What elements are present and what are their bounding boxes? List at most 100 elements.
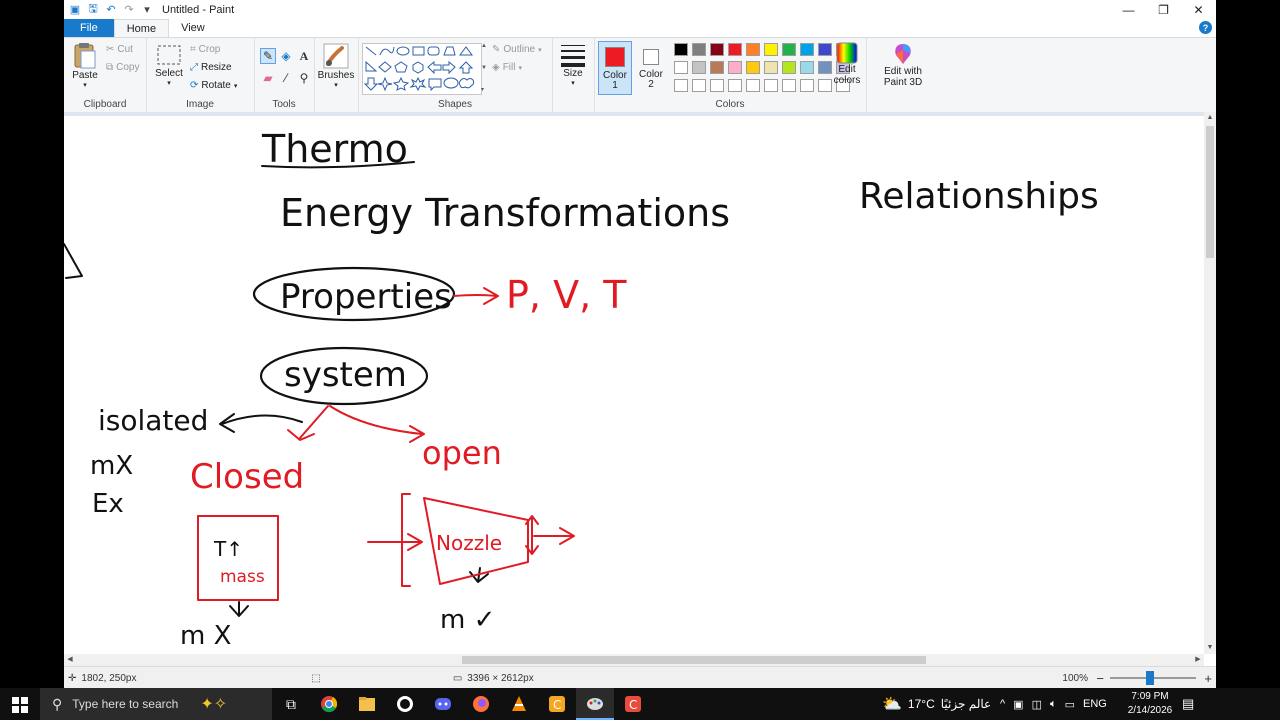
select-button[interactable]: Select ▾ — [152, 44, 186, 87]
horizontal-scroll-thumb[interactable] — [462, 656, 926, 664]
color-swatch[interactable] — [800, 61, 814, 74]
notes-isolated: isolated — [98, 404, 208, 437]
color-swatch[interactable] — [746, 43, 760, 56]
eraser-icon[interactable]: ▰ — [260, 70, 276, 86]
meet-now-icon[interactable]: ▣ — [1013, 698, 1023, 711]
network-icon[interactable]: ◫ — [1032, 698, 1042, 711]
expand-gallery-icon[interactable]: ▾ — [481, 86, 489, 93]
text-tool-icon[interactable]: A — [296, 48, 312, 64]
task-view-icon[interactable]: ⧉ — [272, 688, 310, 720]
color-swatch[interactable] — [710, 61, 724, 74]
size-group[interactable]: Size ▾ — [552, 38, 595, 112]
color2-button[interactable]: Color 2 — [634, 41, 668, 95]
color-swatch[interactable] — [728, 79, 742, 92]
minimize-button[interactable]: — — [1111, 0, 1146, 19]
scroll-up-icon[interactable]: ▲ — [1204, 112, 1216, 124]
display-icon[interactable]: ▭ — [1065, 698, 1075, 711]
volume-icon[interactable]: 🔈︎ — [1050, 698, 1057, 711]
vertical-scroll-thumb[interactable] — [1206, 126, 1214, 258]
color-swatch[interactable] — [746, 61, 760, 74]
save-icon[interactable]: 🖫 — [86, 3, 100, 17]
zoom-slider-thumb[interactable] — [1146, 671, 1154, 685]
color-swatch[interactable] — [692, 61, 706, 74]
file-explorer-icon[interactable] — [348, 688, 386, 720]
color-swatch[interactable] — [764, 79, 778, 92]
color-picker-icon[interactable]: ⁄ — [278, 70, 294, 86]
taskbar-clock[interactable]: 7:09 PM 2/14/2026 — [1122, 690, 1178, 718]
brushes-group[interactable]: Brushes ▾ — [314, 38, 359, 112]
notes-closed-mass: m X — [180, 621, 231, 651]
shapes-gallery[interactable] — [362, 43, 482, 95]
paste-button[interactable]: Paste ▾ — [70, 42, 100, 89]
help-icon[interactable]: ? — [1199, 21, 1212, 34]
vlc-icon[interactable] — [500, 688, 538, 720]
magnifier-icon[interactable]: ⚲ — [296, 70, 312, 86]
edit-colors-button[interactable]: Edit colors — [830, 42, 864, 86]
color-swatch[interactable] — [746, 79, 760, 92]
chevron-up-icon[interactable]: ▲ — [481, 43, 489, 49]
pencil-tool-icon[interactable]: ✎ — [260, 48, 276, 64]
color-swatch[interactable] — [674, 79, 688, 92]
vertical-scrollbar[interactable]: ▲ ▼ — [1204, 112, 1216, 654]
color1-button[interactable]: Color 1 — [598, 41, 632, 95]
firefox-icon[interactable] — [462, 688, 500, 720]
zoom-out-icon[interactable]: − — [1096, 671, 1104, 686]
tab-home[interactable]: Home — [113, 19, 170, 38]
color-swatch[interactable] — [710, 43, 724, 56]
weather-widget[interactable]: ⛅ 17°C عالم جزئيًا — [882, 688, 991, 720]
horizontal-scrollbar[interactable]: ◀ ▶ — [64, 654, 1204, 666]
color-swatch[interactable] — [674, 61, 688, 74]
color-swatch[interactable] — [800, 43, 814, 56]
drawing-canvas[interactable]: Thermo Energy Transformations Relationsh… — [64, 116, 1204, 654]
close-button[interactable]: ✕ — [1181, 0, 1216, 19]
color-swatch[interactable] — [764, 43, 778, 56]
undo-icon[interactable]: ↶ — [104, 3, 118, 17]
color-swatch[interactable] — [728, 43, 742, 56]
gallery-app-icon[interactable]: C — [538, 688, 576, 720]
color-swatch[interactable] — [728, 61, 742, 74]
fill-bucket-icon[interactable]: ◈ — [278, 48, 294, 64]
discord-icon[interactable] — [424, 688, 462, 720]
windows-start-icon[interactable] — [12, 697, 28, 713]
size-button[interactable]: Size ▾ — [555, 42, 591, 87]
notifications-icon[interactable]: ▤ — [1182, 696, 1198, 712]
zoom-slider[interactable] — [1110, 671, 1196, 685]
color-swatch[interactable] — [800, 79, 814, 92]
shapes-scroll[interactable]: ▲ ▼ ▾ — [481, 43, 489, 93]
paint-taskbar-icon[interactable] — [576, 688, 614, 720]
redo-icon[interactable]: ↷ — [122, 3, 136, 17]
resize-button[interactable]: ⤢ Resize — [190, 62, 232, 73]
color-swatch[interactable] — [782, 61, 796, 74]
color-swatch[interactable] — [692, 79, 706, 92]
color-swatch[interactable] — [764, 61, 778, 74]
outline-button[interactable]: ✎ Outline ▾ — [492, 44, 542, 55]
taskbar-search-box[interactable]: ⚲ Type here to search ✦✧ — [40, 688, 272, 720]
color-swatch[interactable] — [782, 43, 796, 56]
github-icon[interactable] — [386, 688, 424, 720]
customize-chevron-icon[interactable]: ▾ — [140, 3, 154, 17]
tab-file[interactable]: File — [64, 19, 114, 37]
crop-button[interactable]: ⌗ Crop — [190, 44, 220, 55]
cut-button[interactable]: ✂ Cut — [106, 44, 133, 55]
language-indicator[interactable]: ENG — [1083, 698, 1107, 710]
paint3d-group[interactable]: Edit with Paint 3D — [866, 38, 940, 112]
copy-button[interactable]: ⧉ Copy — [106, 62, 140, 73]
screen-recorder-icon[interactable]: C — [614, 688, 652, 720]
chrome-icon[interactable] — [310, 688, 348, 720]
scroll-right-icon[interactable]: ▶ — [1192, 654, 1204, 666]
fill-button[interactable]: ◈ Fill ▾ — [492, 62, 522, 73]
rotate-button[interactable]: ⟳ Rotate ▾ — [190, 80, 237, 91]
brushes-button[interactable]: Brushes ▾ — [316, 42, 356, 89]
scroll-down-icon[interactable]: ▼ — [1204, 642, 1216, 654]
color-swatch[interactable] — [782, 79, 796, 92]
color-swatch[interactable] — [710, 79, 724, 92]
color-swatch[interactable] — [692, 43, 706, 56]
scroll-left-icon[interactable]: ◀ — [64, 654, 76, 666]
zoom-in-icon[interactable]: + — [1204, 671, 1212, 686]
color-swatch[interactable] — [674, 43, 688, 56]
restore-button[interactable]: ❐ — [1146, 0, 1181, 19]
tray-overflow-chevron-icon[interactable]: ^ — [1000, 698, 1005, 710]
chevron-down-icon[interactable]: ▼ — [481, 65, 489, 71]
tab-view[interactable]: View — [169, 19, 217, 37]
edit-paint3d-button[interactable]: Edit with Paint 3D — [870, 42, 936, 88]
